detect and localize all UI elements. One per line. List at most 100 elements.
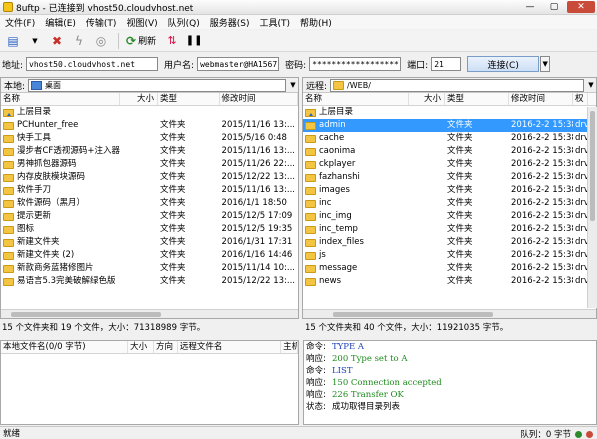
close-icon[interactable]: ✕: [567, 1, 595, 13]
col-modified[interactable]: 修改时间: [220, 93, 298, 105]
local-file-row[interactable]: 漫步者CF透视源码+注入器... 文件夹 2015/11/16 13:...: [1, 145, 298, 158]
file-modified: 2016/1/31 17:31: [221, 237, 293, 247]
file-name: 新款商务蓝猪修图片: [17, 263, 94, 273]
local-file-row[interactable]: 软件手刀 文件夹 2015/11/16 13:...: [1, 184, 298, 197]
col-name[interactable]: 名称: [1, 93, 121, 105]
menu-view[interactable]: 视图(V): [121, 16, 162, 29]
remote-file-row[interactable]: message 文件夹 2016-2-2 15:38 drv: [303, 262, 596, 275]
local-file-row[interactable]: 男神抓包器源码 文件夹 2015/11/26 22:...: [1, 158, 298, 171]
local-file-row[interactable]: 新建文件夹 (2) 文件夹 2016/1/16 14:46: [1, 249, 298, 262]
refresh-button[interactable]: ⟳ 刷新: [123, 32, 159, 50]
disconnect-icon[interactable]: ✖: [48, 32, 66, 50]
menu-queue[interactable]: 队列(Q): [163, 16, 205, 29]
local-file-row[interactable]: 内存皮肤模块源码 文件夹 2015/12/22 13:...: [1, 171, 298, 184]
local-hscroll-thumb[interactable]: [11, 311, 161, 317]
local-path-dropdown-icon[interactable]: ▼: [288, 79, 298, 92]
file-type: 文件夹: [447, 224, 473, 234]
col-host[interactable]: 主机: [281, 341, 298, 353]
file-perm: drv: [575, 120, 588, 130]
remote-up-row[interactable]: 上层目录: [303, 106, 596, 119]
col-local-file[interactable]: 本地文件名(0/0 字节): [1, 341, 129, 353]
col-size[interactable]: 大小: [409, 93, 445, 105]
log-message: 200 Type set to A: [332, 354, 408, 364]
remote-file-row[interactable]: inc_img 文件夹 2016-2-2 15:38 drv: [303, 210, 596, 223]
port-input[interactable]: 21: [431, 57, 462, 71]
transfer-icon[interactable]: ⇅: [163, 32, 181, 50]
remote-file-row[interactable]: fazhanshi 文件夹 2016-2-2 15:38 drv: [303, 171, 596, 184]
connect-dropdown-icon[interactable]: ▼: [540, 56, 551, 72]
local-up-row[interactable]: 上层目录: [1, 106, 298, 119]
local-file-row[interactable]: 易语言5.3完美破解绿色版 文件夹 2015/12/22 13:...: [1, 275, 298, 288]
local-pane: 本地: 桌面 ▼ 名称 大小 类型 修改时间 上层目录 PCHunter_fre…: [0, 77, 299, 319]
col-perm[interactable]: 权: [573, 93, 588, 105]
dropdown-arrow-icon[interactable]: ▼: [26, 32, 44, 50]
menu-server[interactable]: 服务器(S): [205, 16, 255, 29]
menu-transfer[interactable]: 传输(T): [81, 16, 122, 29]
remote-file-row[interactable]: js 文件夹 2016-2-2 15:38 drv: [303, 249, 596, 262]
local-file-row[interactable]: 快手工具 文件夹 2015/5/16 0:48: [1, 132, 298, 145]
quick-connect-icon[interactable]: ϟ: [70, 32, 88, 50]
menu-edit[interactable]: 编辑(E): [40, 16, 81, 29]
file-name: inc_temp: [319, 224, 358, 234]
remote-file-row[interactable]: caonima 文件夹 2016-2-2 15:38 drv: [303, 145, 596, 158]
col-size[interactable]: 大小: [120, 93, 158, 105]
local-file-row[interactable]: 图标 文件夹 2015/12/5 19:35: [1, 223, 298, 236]
local-file-row[interactable]: 提示更新 文件夹 2015/12/5 17:09: [1, 210, 298, 223]
col-type[interactable]: 类型: [445, 93, 509, 105]
remote-hscroll[interactable]: [303, 309, 596, 318]
file-modified: 2016-2-2 15:38: [511, 237, 573, 247]
remote-file-row[interactable]: admin 文件夹 2016-2-2 15:38 drv: [303, 119, 596, 132]
maximize-icon[interactable]: ▢: [543, 1, 565, 13]
queue-pane: 本地文件名(0/0 字节) 大小 方向 远程文件名 主机: [0, 340, 299, 425]
remote-path-dropdown-icon[interactable]: ▼: [586, 79, 596, 92]
col-remote-file[interactable]: 远程文件名: [178, 341, 282, 353]
col-direction[interactable]: 方向: [154, 341, 178, 353]
remote-path-text: /WEB/: [347, 80, 371, 90]
file-type: 文件夹: [159, 159, 186, 169]
col-modified[interactable]: 修改时间: [509, 93, 573, 105]
file-type: 文件夹: [447, 263, 473, 273]
pause-icon[interactable]: ❚❚: [185, 32, 203, 50]
menu-tools[interactable]: 工具(T): [255, 16, 296, 29]
local-file-row[interactable]: 新建文件夹 文件夹 2016/1/31 17:31: [1, 236, 298, 249]
remote-vscroll-thumb[interactable]: [590, 111, 595, 221]
file-name: admin: [319, 120, 346, 130]
remote-file-row[interactable]: images 文件夹 2016-2-2 15:38 drv: [303, 184, 596, 197]
file-name: ckplayer: [319, 159, 356, 169]
menu-help[interactable]: 帮助(H): [295, 16, 337, 29]
remote-file-row[interactable]: index_files 文件夹 2016-2-2 15:38 drv: [303, 236, 596, 249]
log-line: 响应: 150 Connection accepted: [304, 377, 596, 389]
menu-file[interactable]: 文件(F): [0, 16, 40, 29]
file-type: 文件夹: [447, 185, 473, 195]
local-file-row[interactable]: PCHunter_free 文件夹 2015/11/16 13:...: [1, 119, 298, 132]
remote-file-row[interactable]: inc 文件夹 2016-2-2 15:38 drv: [303, 197, 596, 210]
remote-file-row[interactable]: news 文件夹 2016-2-2 15:38 drv: [303, 275, 596, 288]
minimize-icon[interactable]: —: [519, 1, 541, 13]
file-type: 文件夹: [159, 263, 186, 273]
queue-header: 本地文件名(0/0 字节) 大小 方向 远程文件名 主机: [1, 341, 298, 354]
address-input[interactable]: vhost50.cloudvhost.net: [26, 57, 159, 71]
remote-file-row[interactable]: inc_temp 文件夹 2016-2-2 15:38 drv: [303, 223, 596, 236]
local-file-row[interactable]: 软件源码（黑月） 文件夹 2016/1/1 18:50: [1, 197, 298, 210]
site-manager-icon[interactable]: ▤: [4, 32, 22, 50]
file-name: news: [319, 276, 341, 286]
file-modified: 2016-2-2 15:38: [511, 263, 573, 273]
log-kind: 响应:: [306, 354, 326, 364]
username-input[interactable]: webmaster@HA156719: [197, 57, 280, 71]
connect-button[interactable]: 连接(C): [467, 56, 540, 72]
local-path-combo[interactable]: 桌面: [28, 78, 286, 92]
col-type[interactable]: 类型: [158, 93, 220, 105]
file-perm: drv: [575, 237, 588, 247]
reconnect-icon[interactable]: ◎: [92, 32, 110, 50]
password-input[interactable]: ******************: [309, 57, 402, 71]
remote-hscroll-thumb[interactable]: [333, 311, 493, 317]
col-size[interactable]: 大小: [128, 341, 154, 353]
remote-file-row[interactable]: cache 文件夹 2016-2-2 15:38 drv: [303, 132, 596, 145]
col-name[interactable]: 名称: [303, 93, 409, 105]
remote-vscroll[interactable]: [587, 107, 597, 308]
local-hscroll[interactable]: [1, 309, 298, 318]
remote-path-combo[interactable]: /WEB/: [330, 78, 584, 92]
remote-file-row[interactable]: ckplayer 文件夹 2016-2-2 15:38 drv: [303, 158, 596, 171]
log-line: 命令: TYPE A: [304, 341, 596, 353]
local-file-row[interactable]: 新款商务蓝猪修图片 文件夹 2015/11/14 10:...: [1, 262, 298, 275]
